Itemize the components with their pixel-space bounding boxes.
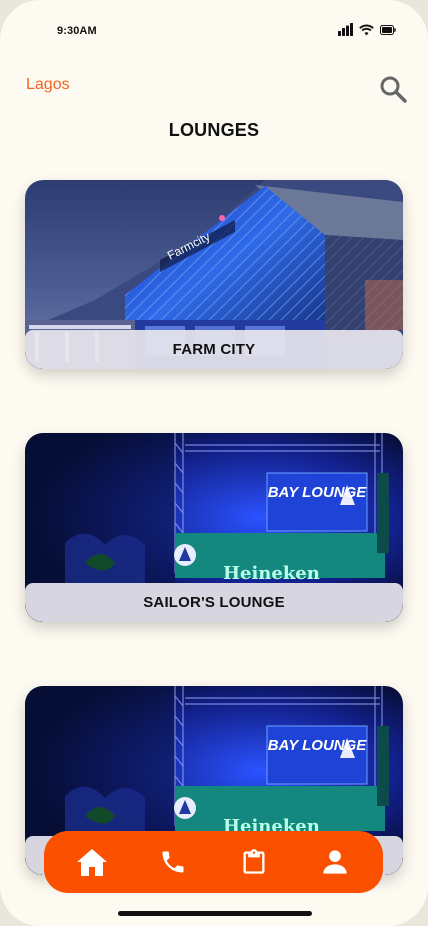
heineken-banner: Heineken — [223, 563, 320, 584]
page-title: LOUNGES — [168, 120, 260, 140]
search-button[interactable] — [378, 74, 408, 104]
nav-home-button[interactable] — [70, 840, 114, 884]
status-icons — [338, 23, 396, 36]
status-bar: 9:30AM — [0, 0, 428, 64]
nav-profile-button[interactable] — [313, 840, 357, 884]
search-icon — [380, 76, 407, 103]
phone-screen: 9:30AM Lagos LOUNGES Farmcity FARM CITY … — [0, 0, 428, 926]
phone-icon — [162, 851, 184, 873]
wifi-icon — [359, 24, 374, 36]
signal-icon — [338, 23, 353, 36]
home-indicator — [118, 911, 312, 916]
lounge-name: SAILOR'S LOUNGE — [25, 583, 403, 622]
home-icon — [77, 849, 108, 876]
lounge-card-sailors-lounge[interactable]: BAY LOUNGE Heineken SAILOR'S LOUNGE — [25, 433, 403, 622]
clipboard-icon — [243, 849, 265, 874]
profile-icon — [322, 850, 347, 874]
lounge-name: FARM CITY — [25, 330, 403, 369]
status-time: 9:30AM — [57, 25, 97, 37]
nav-call-button[interactable] — [151, 840, 195, 884]
header: Lagos LOUNGES — [0, 70, 428, 150]
location-selector[interactable]: Lagos — [26, 76, 70, 94]
nav-bookings-button[interactable] — [232, 840, 276, 884]
bottom-nav — [44, 831, 383, 893]
battery-icon — [380, 24, 396, 35]
lounge-card-farm-city[interactable]: Farmcity FARM CITY — [25, 180, 403, 369]
